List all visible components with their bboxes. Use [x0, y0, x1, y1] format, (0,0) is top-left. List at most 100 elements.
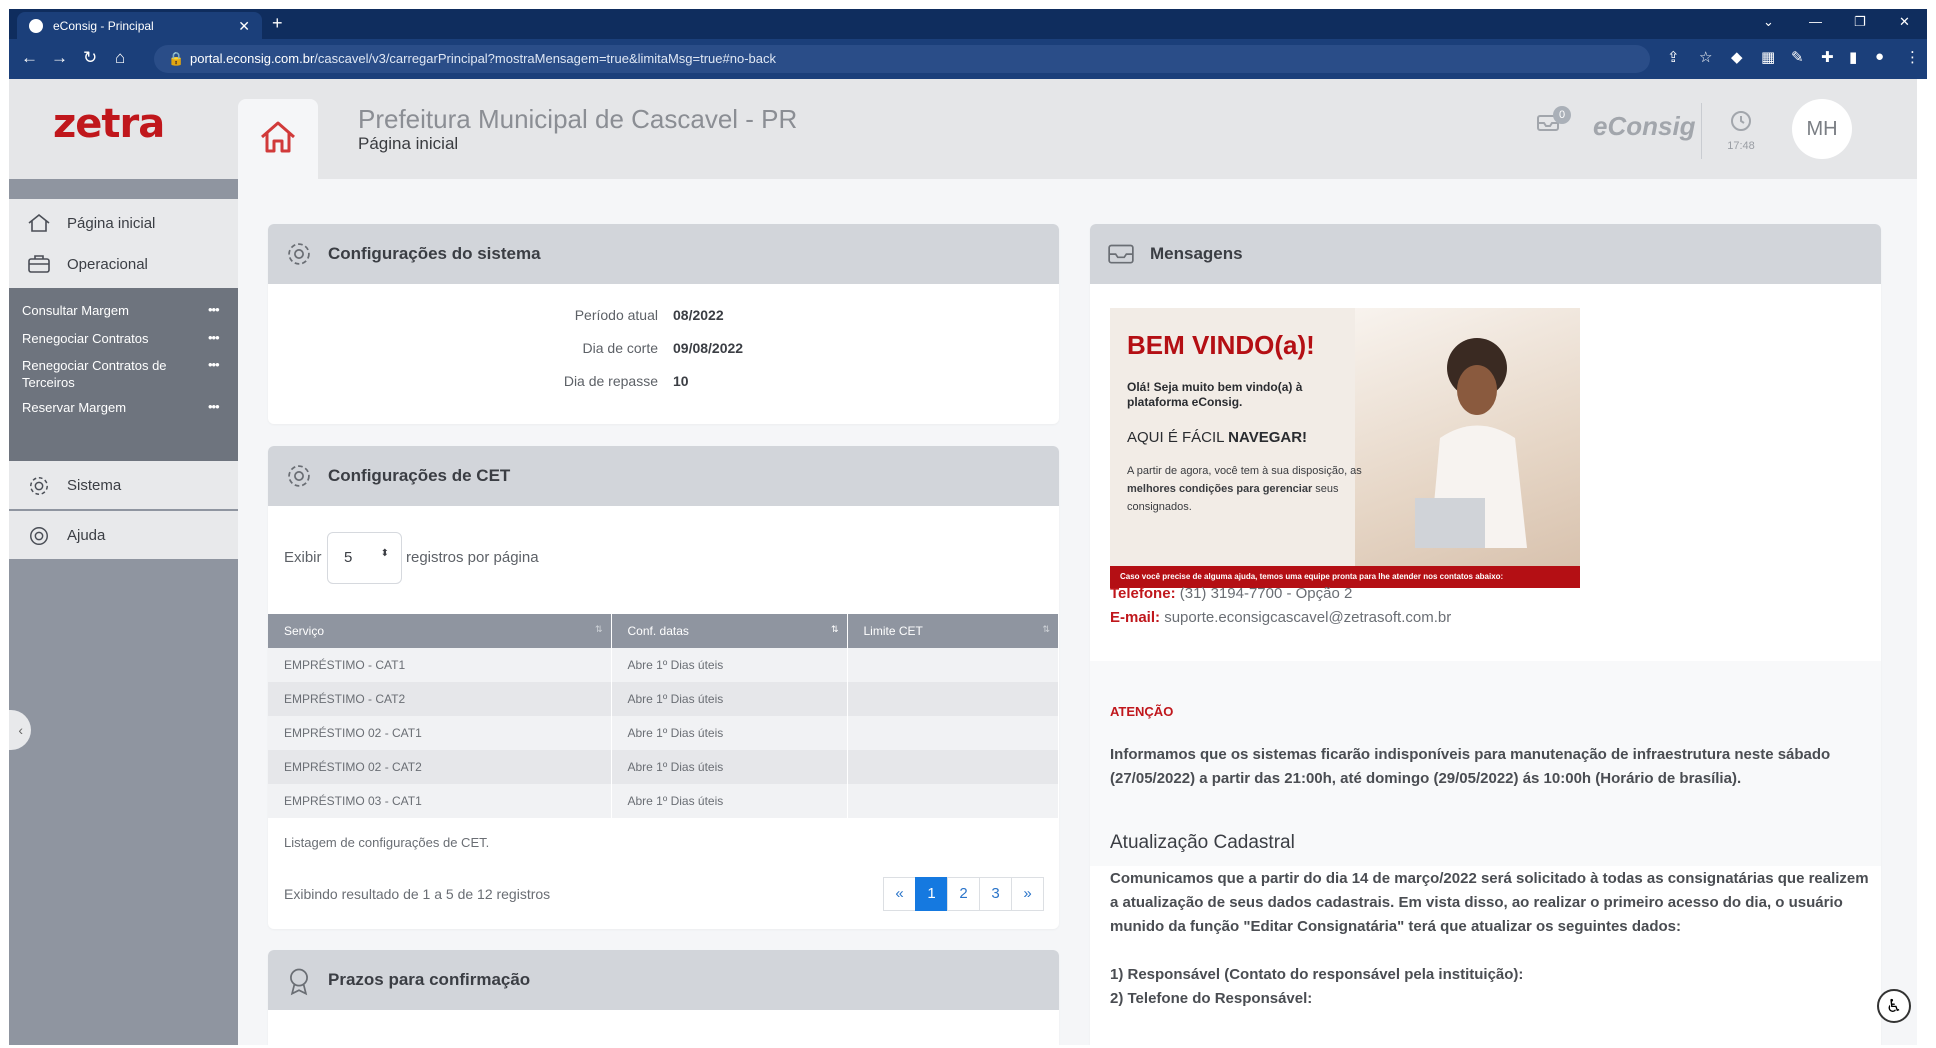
- banner-photo: [1355, 308, 1580, 568]
- column-header-service[interactable]: Serviço ⇅: [268, 614, 612, 648]
- home-button[interactable]: [238, 99, 318, 179]
- prev-page-button[interactable]: «: [883, 877, 916, 911]
- submenu-item[interactable]: Renegociar Contratos: [22, 330, 212, 347]
- lock-icon: 🔒: [168, 51, 185, 66]
- accessibility-icon[interactable]: ♿: [1877, 989, 1911, 1023]
- briefcase-icon: [28, 255, 50, 273]
- app-page: zetra Prefeitura Municipal de Cascavel -…: [9, 79, 1917, 1045]
- submenu-item[interactable]: Renegociar Contratos de Terceiros: [22, 357, 192, 391]
- page-size-select[interactable]: 5 ⬍: [327, 532, 402, 584]
- cet-config-card: Configurações de CET Exibir 5 ⬍ registro…: [268, 446, 1059, 929]
- gear-icon: [288, 243, 310, 265]
- sidebar-item-help[interactable]: Ajuda: [9, 511, 238, 559]
- deadlines-card: Prazos para confirmação: [268, 950, 1059, 1045]
- cutoff-label: Dia de corte: [582, 340, 658, 356]
- logo: zetra: [53, 101, 165, 147]
- bookmark-star-icon[interactable]: ☆: [1699, 48, 1712, 66]
- card-header: Mensagens: [1090, 224, 1881, 284]
- column-header-dates[interactable]: Conf. datas ⇅: [611, 614, 848, 648]
- side-panel-icon[interactable]: ▮: [1849, 48, 1857, 66]
- sidebar: Página inicial Operacional Consultar Mar…: [9, 179, 238, 1045]
- email-value: suporte.econsigcascavel@zetrasoft.com.br: [1164, 609, 1452, 626]
- table-caption: Listagem de configurações de CET.: [284, 835, 490, 850]
- table-cell: EMPRÉSTIMO 02 - CAT1: [268, 716, 612, 750]
- more-icon[interactable]: •••: [208, 302, 220, 317]
- tab-title: eConsig - Principal: [53, 18, 154, 33]
- page-2-button[interactable]: 2: [947, 877, 980, 911]
- gear-icon: [30, 477, 48, 495]
- share-icon[interactable]: ⇪: [1667, 48, 1680, 66]
- tab-search-icon[interactable]: ⌄: [1763, 14, 1774, 30]
- inbox-icon: [1108, 244, 1134, 264]
- table-cell: Abre 1º Dias úteis: [611, 716, 848, 750]
- reload-icon[interactable]: ↻: [83, 48, 97, 68]
- page-title: Página inicial: [358, 134, 459, 153]
- forward-icon[interactable]: →: [51, 48, 68, 68]
- more-icon[interactable]: •••: [208, 330, 220, 345]
- page-size-value: 5: [344, 549, 353, 566]
- table-cell: [847, 648, 1059, 682]
- clock-time: 17:48: [1727, 140, 1755, 152]
- home-icon: [28, 213, 50, 232]
- system-config-card: Configurações do sistema Período atual 0…: [268, 224, 1059, 424]
- chevron-left-icon: ‹: [18, 722, 23, 738]
- table-cell: EMPRÉSTIMO 03 - CAT1: [268, 784, 612, 818]
- banner-text-bold: melhores condições para gerenciar: [1127, 483, 1313, 495]
- banner-nav-bold: NAVEGAR!: [1228, 429, 1308, 446]
- cutoff-value: 09/08/2022: [673, 340, 744, 356]
- url-bar[interactable]: 🔒 portal.econsig.com.br/cascavel/v3/carr…: [154, 45, 1650, 73]
- gear-icon: [288, 465, 310, 487]
- sidebar-item-operational[interactable]: Operacional: [9, 240, 238, 288]
- column-header-limit[interactable]: Limite CET ⇅: [847, 614, 1059, 648]
- sort-icon[interactable]: ⇅: [1042, 624, 1050, 635]
- update-item: 1) Responsável (Contato do responsável p…: [1110, 966, 1524, 983]
- favicon-icon: [29, 18, 43, 33]
- extension-icon[interactable]: ▦: [1761, 48, 1775, 66]
- banner-text-pre: A partir de agora, você tem à sua dispos…: [1127, 465, 1362, 477]
- close-window-icon[interactable]: ✕: [1899, 14, 1910, 30]
- transfer-label: Dia de repasse: [563, 373, 658, 389]
- minimize-icon[interactable]: —: [1809, 14, 1822, 29]
- page-1-button[interactable]: 1: [915, 877, 948, 911]
- maximize-icon[interactable]: ❐: [1854, 14, 1866, 30]
- session-clock: 17:48: [1719, 109, 1763, 152]
- next-page-button[interactable]: »: [1011, 877, 1044, 911]
- show-label: Exibir: [284, 549, 322, 566]
- attention-text: Informamos que os sistemas ficarão indis…: [1110, 746, 1831, 787]
- institution-title: Prefeitura Municipal de Cascavel - PR: [358, 104, 798, 134]
- sidebar-item-system[interactable]: Sistema: [9, 461, 238, 509]
- submenu-item[interactable]: Reservar Margem: [22, 399, 212, 416]
- sidebar-item-label: Sistema: [67, 476, 122, 494]
- banner-text: A partir de agora, você tem à sua dispos…: [1127, 462, 1392, 516]
- card-title: Mensagens: [1150, 244, 1243, 263]
- sidebar-item-label: Operacional: [67, 255, 148, 273]
- page-3-button[interactable]: 3: [979, 877, 1012, 911]
- home-icon[interactable]: ⌂: [115, 48, 125, 68]
- browser-tab[interactable]: eConsig - Principal ✕: [17, 12, 262, 39]
- sort-icon[interactable]: ⇅: [831, 624, 839, 635]
- table-row: EMPRÉSTIMO - CAT2 Abre 1º Dias úteis: [268, 682, 1059, 716]
- close-tab-icon[interactable]: ✕: [238, 18, 250, 35]
- attention-title: ATENÇÃO: [1110, 704, 1174, 719]
- new-tab-icon[interactable]: +: [272, 13, 283, 34]
- divider: [1701, 103, 1702, 159]
- back-icon[interactable]: ←: [21, 48, 38, 68]
- profile-icon[interactable]: ●: [1875, 48, 1884, 65]
- card-header: Prazos para confirmação: [268, 950, 1059, 1010]
- table-cell: Abre 1º Dias úteis: [611, 784, 848, 818]
- extension-icon[interactable]: ◆: [1731, 48, 1743, 66]
- phone-label: Telefone:: [1110, 585, 1176, 602]
- menu-icon[interactable]: ⋮: [1905, 48, 1920, 66]
- avatar[interactable]: MH: [1792, 99, 1852, 159]
- card-title: Prazos para confirmação: [328, 970, 531, 989]
- update-title: Atualização Cadastral: [1110, 832, 1295, 853]
- extensions-puzzle-icon[interactable]: ✚: [1821, 48, 1834, 66]
- submenu-item[interactable]: Consultar Margem: [22, 302, 212, 319]
- tab-strip: eConsig - Principal ✕ + ⌄ — ❐ ✕: [9, 9, 1927, 39]
- sort-icon[interactable]: ⇅: [595, 624, 603, 635]
- extension-icon[interactable]: ✎: [1791, 48, 1804, 66]
- more-icon[interactable]: •••: [208, 399, 220, 414]
- messages-card: Mensagens BEM VINDO(a)! Olá! Seja muito …: [1090, 224, 1881, 1045]
- table-cell: [847, 750, 1059, 784]
- more-icon[interactable]: •••: [208, 357, 220, 372]
